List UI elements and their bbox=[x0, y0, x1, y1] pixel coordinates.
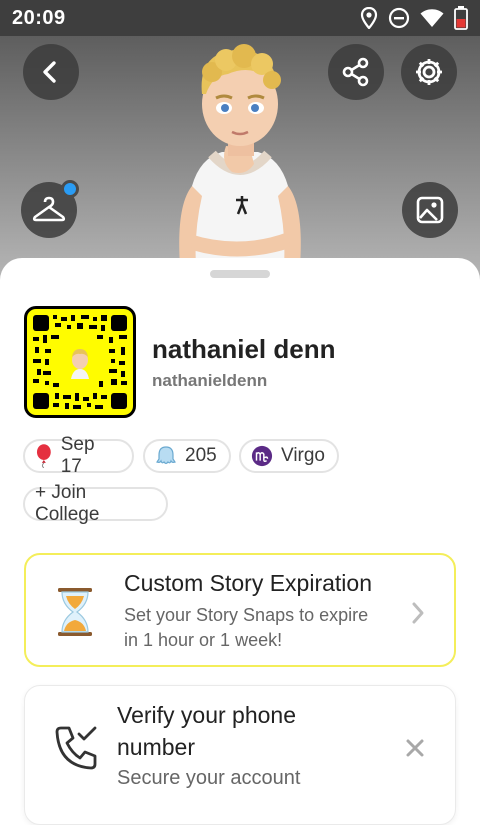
story-expiration-title: Custom Story Expiration bbox=[124, 570, 372, 596]
wifi-icon bbox=[420, 9, 444, 27]
share-button[interactable] bbox=[328, 44, 384, 100]
status-time: 20:09 bbox=[12, 6, 66, 29]
location-icon bbox=[360, 7, 378, 29]
username[interactable]: nathanieldenn bbox=[152, 371, 267, 391]
join-college-button[interactable]: + Join College bbox=[23, 482, 168, 525]
gallery-button[interactable] bbox=[402, 182, 458, 238]
battery-icon bbox=[454, 6, 468, 30]
zodiac-label: Virgo bbox=[280, 445, 325, 466]
hourglass-icon bbox=[58, 588, 92, 636]
settings-button[interactable] bbox=[401, 44, 457, 100]
back-button[interactable] bbox=[23, 44, 79, 100]
snapcode-pattern bbox=[33, 315, 127, 409]
join-college-label: + Join College bbox=[35, 482, 100, 525]
snap-score-value: 205 bbox=[185, 445, 217, 466]
birthday-label: Sep 17 bbox=[60, 434, 95, 477]
status-icons bbox=[360, 6, 468, 30]
story-expiration-line2: in 1 hour or 1 week! bbox=[124, 630, 283, 650]
back-icon bbox=[43, 61, 56, 83]
bitmoji-avatar[interactable] bbox=[150, 36, 330, 266]
phone-check-icon bbox=[55, 726, 97, 770]
hanger-icon bbox=[32, 196, 66, 222]
display-name: nathaniel denn bbox=[152, 334, 336, 364]
share-icon bbox=[342, 57, 369, 87]
verify-phone-card[interactable]: Verify your phone number Secure your acc… bbox=[24, 685, 456, 825]
zodiac-chip[interactable]: Virgo bbox=[239, 439, 339, 473]
story-expiration-line1: Set your Story Snaps to expire bbox=[124, 605, 369, 625]
snap-score-chip[interactable]: 205 bbox=[143, 439, 231, 473]
verify-phone-subtitle: Secure your account bbox=[117, 767, 301, 789]
image-icon bbox=[416, 196, 444, 224]
chevron-right-icon bbox=[412, 602, 424, 624]
birthday-chip[interactable]: Sep 17 bbox=[23, 434, 134, 477]
verify-phone-title-line2: number bbox=[117, 734, 195, 760]
close-icon bbox=[406, 739, 424, 757]
outfit-button[interactable] bbox=[21, 180, 79, 238]
status-bar: 20:09 bbox=[0, 0, 480, 36]
virgo-icon bbox=[251, 445, 273, 467]
story-expiration-card[interactable]: Custom Story Expiration Set your Story S… bbox=[24, 553, 456, 667]
balloon-icon bbox=[36, 444, 51, 468]
profile-sheet: nathaniel denn nathanieldenn Sep 17 205 … bbox=[0, 258, 480, 825]
verify-phone-title-line1: Verify your phone bbox=[117, 702, 297, 728]
drag-handle[interactable] bbox=[210, 270, 270, 278]
ghost-icon bbox=[156, 446, 176, 465]
profile-header bbox=[0, 36, 480, 286]
gear-icon bbox=[416, 59, 442, 85]
snapcode[interactable] bbox=[24, 306, 136, 418]
dismiss-button[interactable] bbox=[399, 732, 431, 764]
dnd-icon bbox=[388, 7, 410, 29]
notification-dot bbox=[61, 180, 79, 198]
